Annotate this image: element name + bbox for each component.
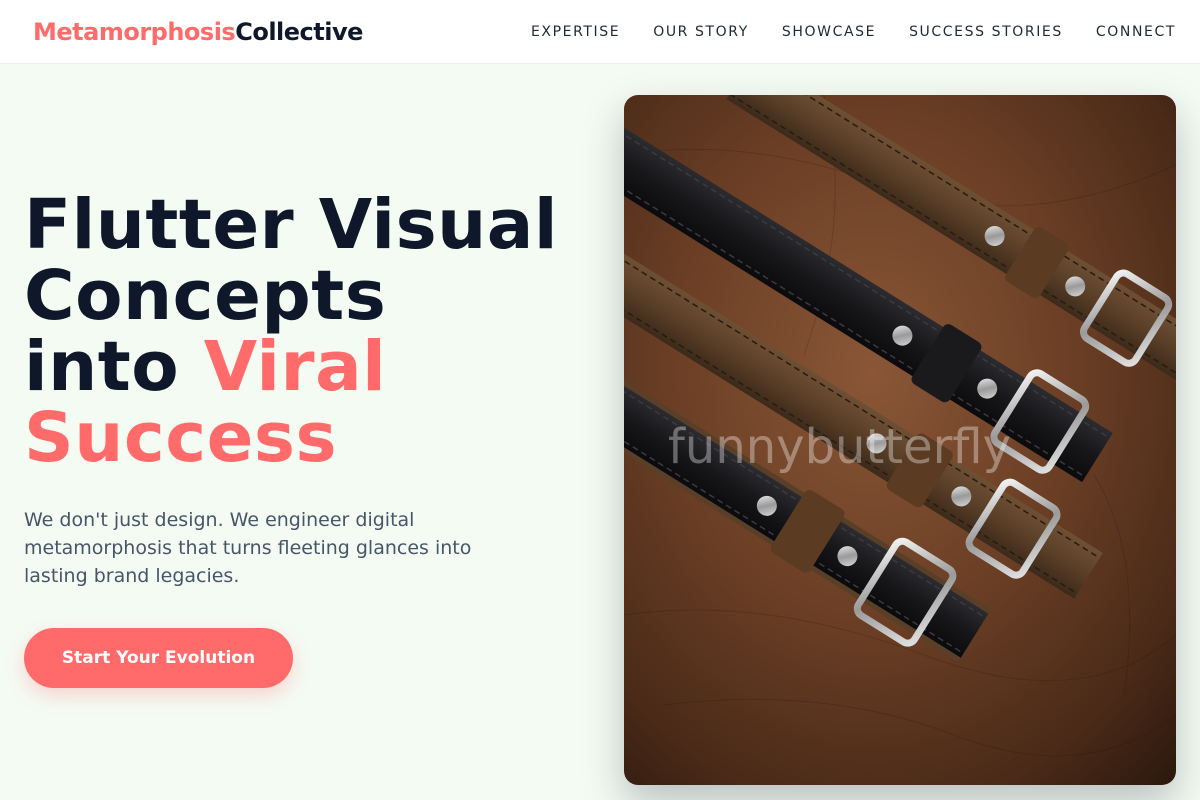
- headline-line-1: Flutter Visual: [24, 185, 558, 265]
- watermark-text: funnybutterfly: [668, 419, 1011, 475]
- headline-line-3-dark: into: [24, 327, 180, 407]
- headline-line-3-accent: Viral: [203, 327, 387, 407]
- brand-logo[interactable]: MetamorphosisCollective: [33, 18, 363, 46]
- brand-name-rest: Collective: [235, 17, 363, 46]
- hero-description: We don't just design. We engineer digita…: [24, 509, 472, 587]
- nav-item-our-story[interactable]: OUR STORY: [653, 24, 749, 40]
- headline-line-2: Concepts: [24, 256, 387, 336]
- main-nav: EXPERTISE OUR STORY SHOWCASE SUCCESS STO…: [531, 24, 1176, 40]
- hero-text: Flutter Visual Concepts into Viral Succe…: [24, 190, 594, 590]
- nav-item-expertise[interactable]: EXPERTISE: [531, 24, 620, 40]
- nav-item-connect[interactable]: CONNECT: [1096, 24, 1176, 40]
- belts-photo: funnybutterfly: [624, 95, 1176, 785]
- hero-headline: Flutter Visual Concepts into Viral Succe…: [24, 190, 594, 474]
- nav-item-success-stories[interactable]: SUCCESS STORIES: [909, 24, 1063, 40]
- hero-image: funnybutterfly: [624, 95, 1176, 785]
- start-evolution-button[interactable]: Start Your Evolution: [24, 628, 293, 688]
- nav-item-showcase[interactable]: SHOWCASE: [782, 24, 876, 40]
- site-header: MetamorphosisCollective EXPERTISE OUR ST…: [0, 0, 1200, 64]
- brand-name-accent: Metamorphosis: [33, 17, 236, 46]
- headline-line-4-accent: Success: [24, 398, 338, 478]
